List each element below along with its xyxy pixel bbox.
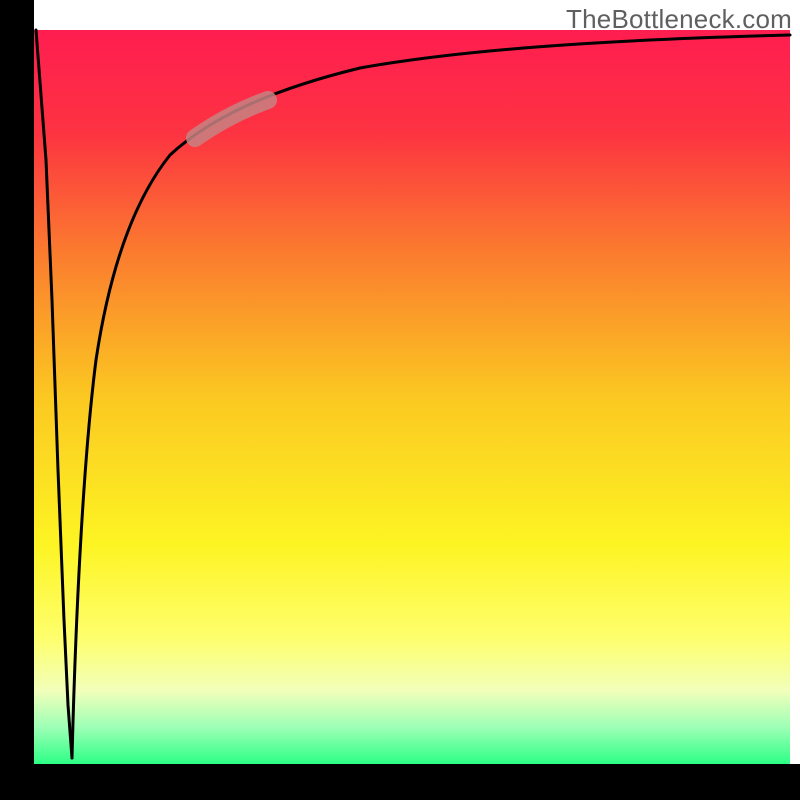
watermark-text: TheBottleneck.com — [566, 4, 792, 35]
y-axis-border — [0, 0, 34, 800]
chart-background — [34, 30, 790, 764]
chart-svg — [0, 0, 800, 800]
x-axis-border — [0, 764, 800, 800]
chart-stage: TheBottleneck.com — [0, 0, 800, 800]
